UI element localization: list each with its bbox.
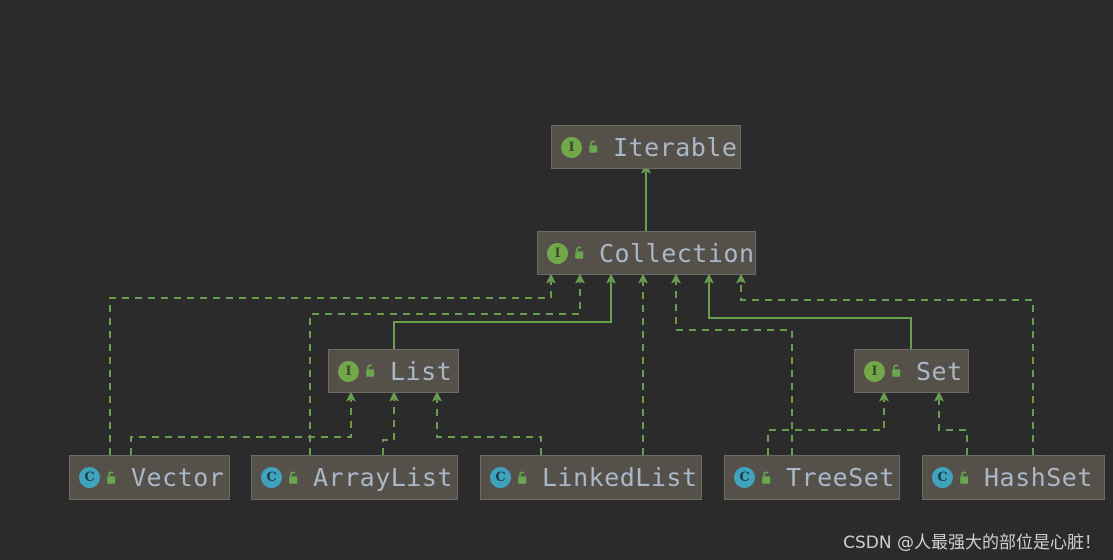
node-collection[interactable]: I Collection [537,231,756,275]
unlocked-padlock-icon [286,470,300,486]
node-label: List [390,356,453,386]
interface-badge-icon: I [547,242,568,264]
node-set[interactable]: I Set [854,349,969,393]
interface-badge-icon: I [864,360,885,382]
interface-icon: I [338,360,377,382]
class-icon: C [932,467,971,488]
unlocked-padlock-icon [104,470,118,486]
edge-linkedlist-to-list [432,391,542,455]
class-badge-icon: C [734,467,755,488]
unlocked-padlock-icon [363,363,377,379]
unlocked-padlock-icon [957,470,971,486]
unlocked-padlock-icon [586,139,600,155]
node-vector[interactable]: C Vector [69,455,230,500]
node-label: ArrayList [313,463,453,492]
interface-badge-icon: I [561,136,582,158]
unlocked-padlock-icon [515,470,529,486]
interface-icon: I [864,360,903,382]
class-badge-icon: C [79,467,100,488]
node-treeset[interactable]: C TreeSet [724,455,900,500]
node-hashset[interactable]: C HashSet [922,455,1105,500]
node-label: Collection [599,238,755,268]
edge-set-to-collection [704,273,912,349]
class-icon: C [79,467,118,488]
unlocked-padlock-icon [889,363,903,379]
node-label: LinkedList [542,463,698,492]
node-label: Iterable [613,132,738,162]
class-badge-icon: C [261,467,282,488]
edge-hashset-to-set [934,391,968,455]
node-list[interactable]: I List [328,349,459,393]
unlocked-padlock-icon [759,470,773,486]
class-badge-icon: C [932,467,953,488]
edge-vector-to-list [130,391,356,455]
node-label: Vector [131,463,225,492]
node-label: Set [916,356,963,386]
node-label: HashSet [984,463,1093,492]
class-icon: C [261,467,300,488]
diagram-canvas: I Iterable I Collection I List I Set C Vector C Arr… [0,0,1113,560]
edge-treeset-to-set [767,391,889,455]
class-icon: C [490,467,529,488]
node-arraylist[interactable]: C ArrayList [251,455,458,500]
edge-arraylist-to-list [382,391,399,455]
node-iterable[interactable]: I Iterable [551,125,741,169]
interface-badge-icon: I [338,360,359,382]
edge-list-to-collection [393,273,616,349]
class-badge-icon: C [490,467,511,488]
watermark: CSDN @人最强大的部位是心脏！ [843,533,1101,553]
interface-icon: I [561,136,600,158]
node-linkedlist[interactable]: C LinkedList [480,455,702,500]
interface-icon: I [547,242,586,264]
edge-treeset-to-collection [671,273,793,455]
class-icon: C [734,467,773,488]
unlocked-padlock-icon [572,245,586,261]
node-label: TreeSet [786,463,895,492]
